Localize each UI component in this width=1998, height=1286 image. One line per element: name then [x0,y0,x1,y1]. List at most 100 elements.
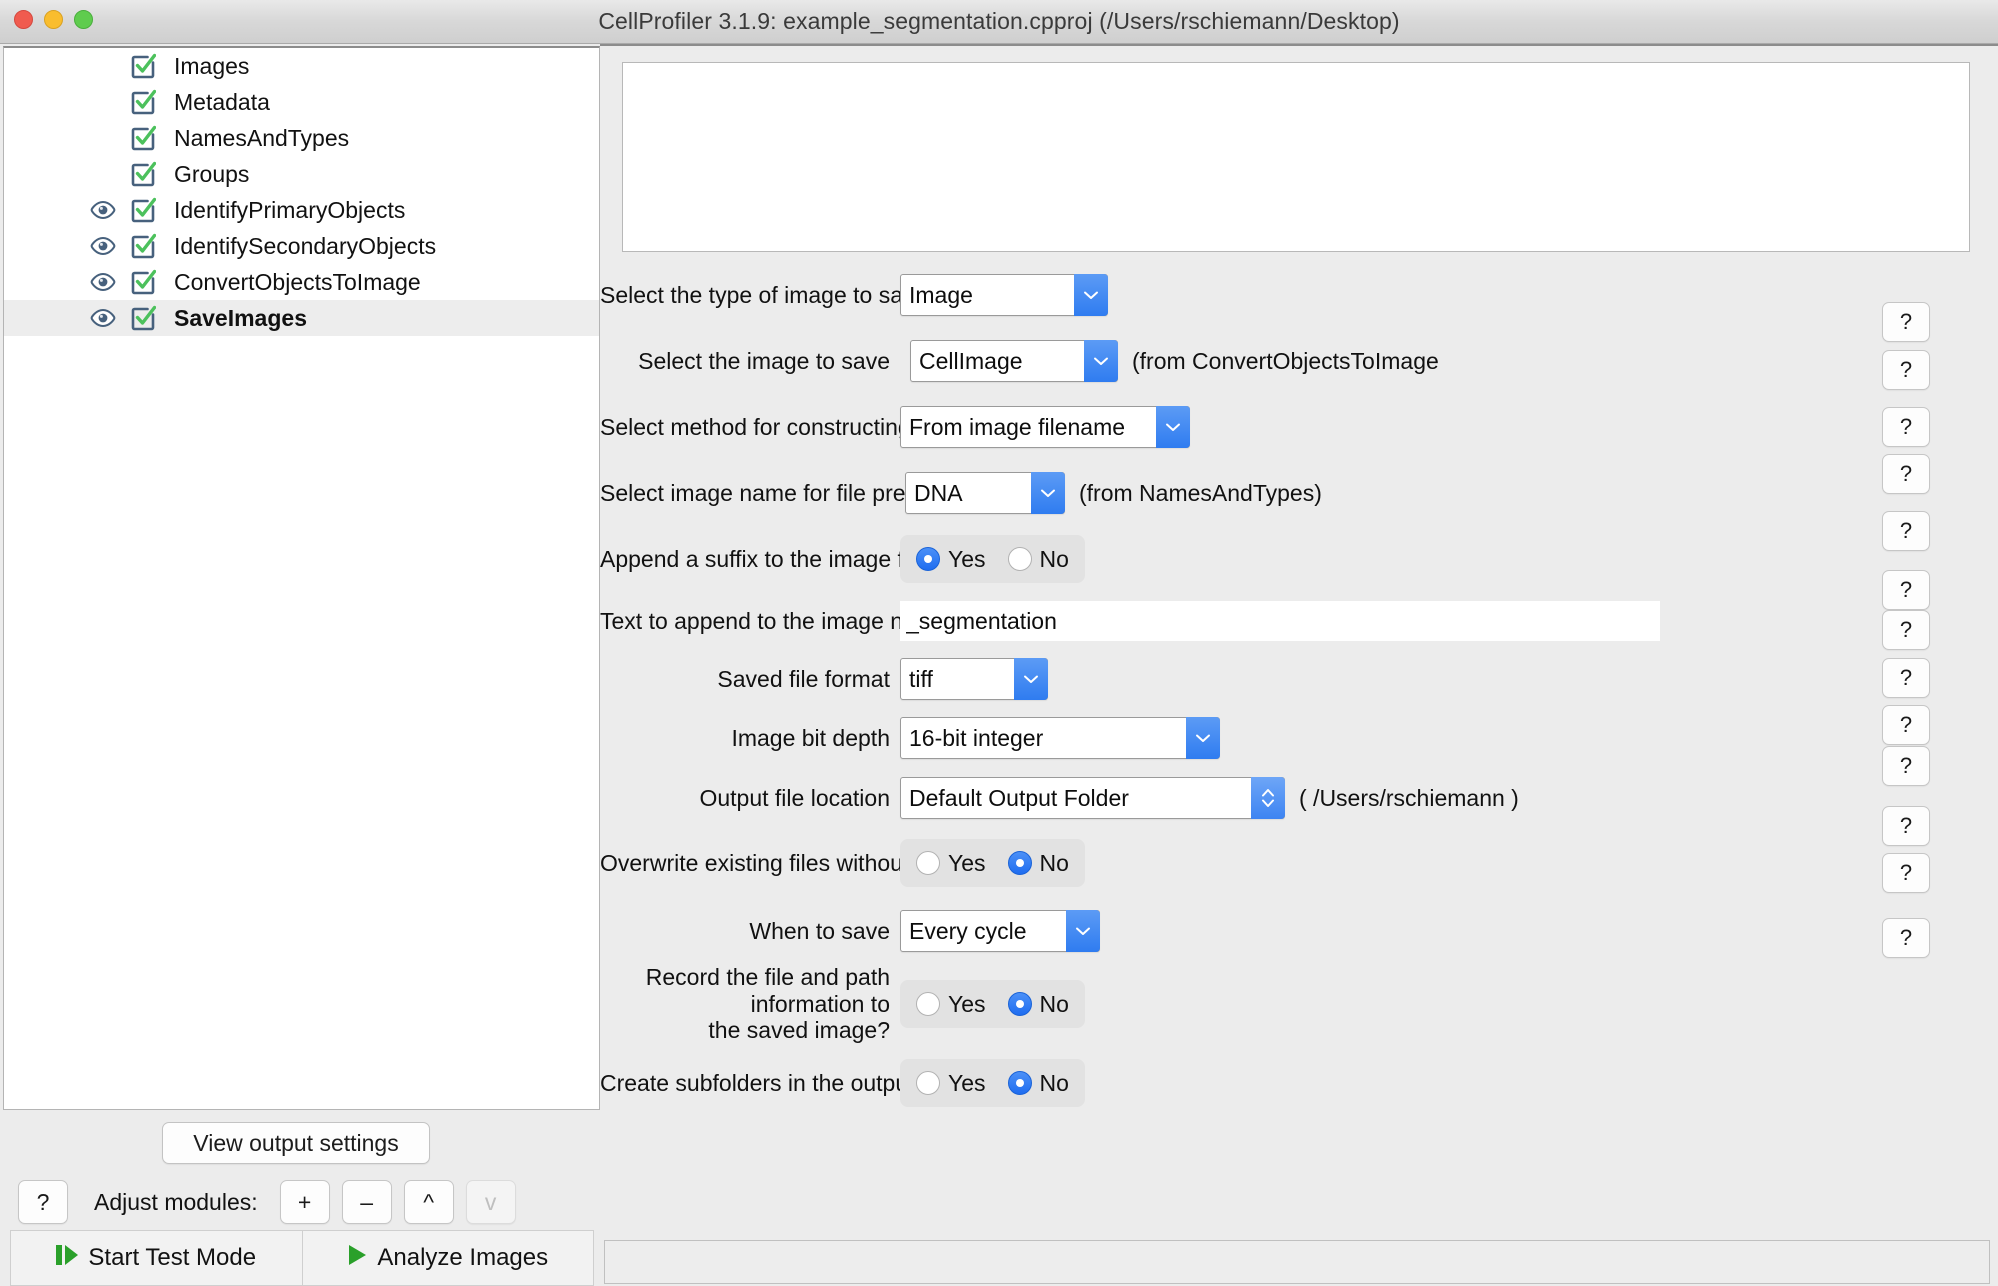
module-settings-panel: Select the type of image to save Image? Se… [600,44,1998,1260]
setting-help-button[interactable]: ? [1882,350,1930,390]
eye-icon[interactable] [82,200,124,220]
analyze-images-label: Analyze Images [377,1244,549,1271]
setting-control: Every cycle [900,910,1100,952]
dropdown-select-method-for-constructing-file-names[interactable]: From image filename [900,406,1190,448]
setting-help-button[interactable]: ? [1882,610,1930,650]
play-icon [347,1243,367,1274]
setting-label: Create subfolders in the output folder? [600,1069,992,1096]
module-enabled-checkbox-icon[interactable] [124,161,162,187]
analyze-images-button[interactable]: Analyze Images [302,1231,593,1285]
pipeline-module-metadata[interactable]: Metadata [4,84,599,120]
pipeline-module-label: IdentifyPrimaryObjects [174,196,406,223]
setting-help-button[interactable]: ? [1882,407,1930,447]
radio-dot-icon[interactable] [1007,851,1032,875]
chevron-down-icon[interactable] [1074,274,1108,316]
move-module-up-button[interactable]: ^ [403,1180,454,1224]
setting-label: Append a suffix to the image file name? [600,545,1004,572]
module-notes-box[interactable] [622,62,1970,252]
dropdown-saved-file-format[interactable]: tiff [900,658,1048,700]
setting-help-button[interactable]: ? [1882,746,1930,786]
module-enabled-checkbox-icon[interactable] [124,269,162,295]
setting-control: Default Output Folder ( /Users/rschiemann… [900,777,1519,819]
radio-option-no[interactable]: No [1007,850,1069,877]
setting-help-button[interactable]: ? [1882,454,1930,494]
dropdown-value: Image [909,281,973,308]
setting-row: Append a suffix to the image file name? Y… [600,526,1998,592]
setting-row: When to save Every cycle [600,898,1998,964]
setting-help-button[interactable]: ? [1882,511,1930,551]
radio-dot-icon[interactable] [1007,547,1032,571]
setting-help-button[interactable]: ? [1882,705,1930,745]
chevron-down-icon[interactable] [1186,717,1220,759]
radio-option-yes[interactable]: Yes [916,850,986,877]
chevron-down-icon[interactable] [1156,406,1190,448]
add-module-button[interactable]: + [279,1180,330,1224]
radio-dot-icon[interactable] [916,851,940,875]
radio-dot-icon[interactable] [916,992,940,1016]
pipeline-module-images[interactable]: Images [4,48,599,84]
module-enabled-checkbox-icon[interactable] [124,233,162,259]
cellprofiler-window: CellProfiler 3.1.9: example_segmentation… [0,0,1998,1286]
radio-dot-icon[interactable] [916,547,940,571]
pipeline-module-groups[interactable]: Groups [4,156,599,192]
pipeline-module-saveimages[interactable]: SaveImages [4,300,599,336]
setting-note: ( /Users/rschiemann ) [1299,784,1519,811]
pipeline-module-namesandtypes[interactable]: NamesAndTypes [4,120,599,156]
pipeline-module-convertobjectstoimage[interactable]: ConvertObjectsToImage [4,264,599,300]
pipeline-module-label: SaveImages [174,304,307,331]
setting-row: Select image name for file prefix DNA (fro… [600,460,1998,526]
radio-option-no[interactable]: No [1007,546,1069,573]
radio-option-yes[interactable]: Yes [916,1070,986,1097]
pipeline-module-label: NamesAndTypes [174,124,350,151]
setting-help-button[interactable]: ? [1882,658,1930,698]
chevron-down-icon[interactable] [1014,658,1048,700]
setting-help-button[interactable]: ? [1882,806,1930,846]
move-module-down-button[interactable]: v [465,1180,516,1224]
dropdown-image-bit-depth[interactable]: 16-bit integer [900,717,1220,759]
chevron-down-icon[interactable] [1031,472,1065,514]
stepper-updown-icon[interactable] [1251,777,1285,819]
radio-option-yes[interactable]: Yes [916,546,986,573]
setting-row: Select method for constructing file name… [600,394,1998,460]
radio-option-no[interactable]: No [1007,1069,1069,1097]
eye-icon[interactable] [82,236,124,256]
dropdown-select-the-type-of-image-to-save[interactable]: Image [900,274,1108,316]
pipeline-module-identifyprimaryobjects[interactable]: IdentifyPrimaryObjects [4,192,599,228]
dropdown-select-the-image-to-save[interactable]: CellImage [910,340,1118,382]
setting-help-button[interactable]: ? [1882,853,1930,893]
dropdown-output-file-location[interactable]: Default Output Folder [900,777,1285,819]
pipeline-module-label: Metadata [174,88,270,115]
view-output-settings-button[interactable]: View output settings [162,1122,430,1164]
dropdown-when-to-save[interactable]: Every cycle [900,910,1100,952]
pipeline-help-button[interactable]: ? [18,1180,68,1224]
radio-dot-icon[interactable] [1007,1071,1032,1095]
eye-icon[interactable] [82,272,124,292]
eye-icon[interactable] [82,308,124,328]
radio-dot-icon[interactable] [916,1071,940,1095]
radio-dot-icon[interactable] [1007,992,1032,1016]
setting-help-button[interactable]: ? [1882,918,1930,958]
remove-module-button[interactable]: – [341,1180,392,1224]
module-enabled-checkbox-icon[interactable] [124,305,162,331]
setting-control: Yes No [900,1059,1085,1107]
setting-control: Yes No [900,980,1085,1028]
setting-label: Select the image to save [638,347,890,374]
radio-option-no[interactable]: No [1007,991,1069,1018]
chevron-down-icon[interactable] [1084,340,1118,382]
radio-option-yes[interactable]: Yes [916,991,986,1018]
dropdown-select-image-name-for-file-prefix[interactable]: DNA [905,472,1065,514]
pipeline-module-list[interactable]: Images Metadata NamesAndTypes Groups Identif… [3,46,600,1110]
module-enabled-checkbox-icon[interactable] [124,125,162,151]
module-enabled-checkbox-icon[interactable] [124,89,162,115]
chevron-down-icon[interactable] [1066,910,1100,952]
setting-row: Select the image to save CellImage (from C… [600,328,1998,394]
text-input-append-suffix[interactable] [900,601,1660,641]
setting-help-button[interactable]: ? [1882,570,1930,610]
radio-option-label: No [1039,1069,1069,1096]
start-test-mode-button[interactable]: Start Test Mode [11,1231,303,1285]
module-enabled-checkbox-icon[interactable] [124,197,162,223]
pipeline-module-identifysecondaryobjects[interactable]: IdentifySecondaryObjects [4,228,599,264]
setting-control: 16-bit integer [900,717,1220,759]
module-enabled-checkbox-icon[interactable] [124,53,162,79]
setting-label: Select method for constructing file name… [600,413,1022,440]
